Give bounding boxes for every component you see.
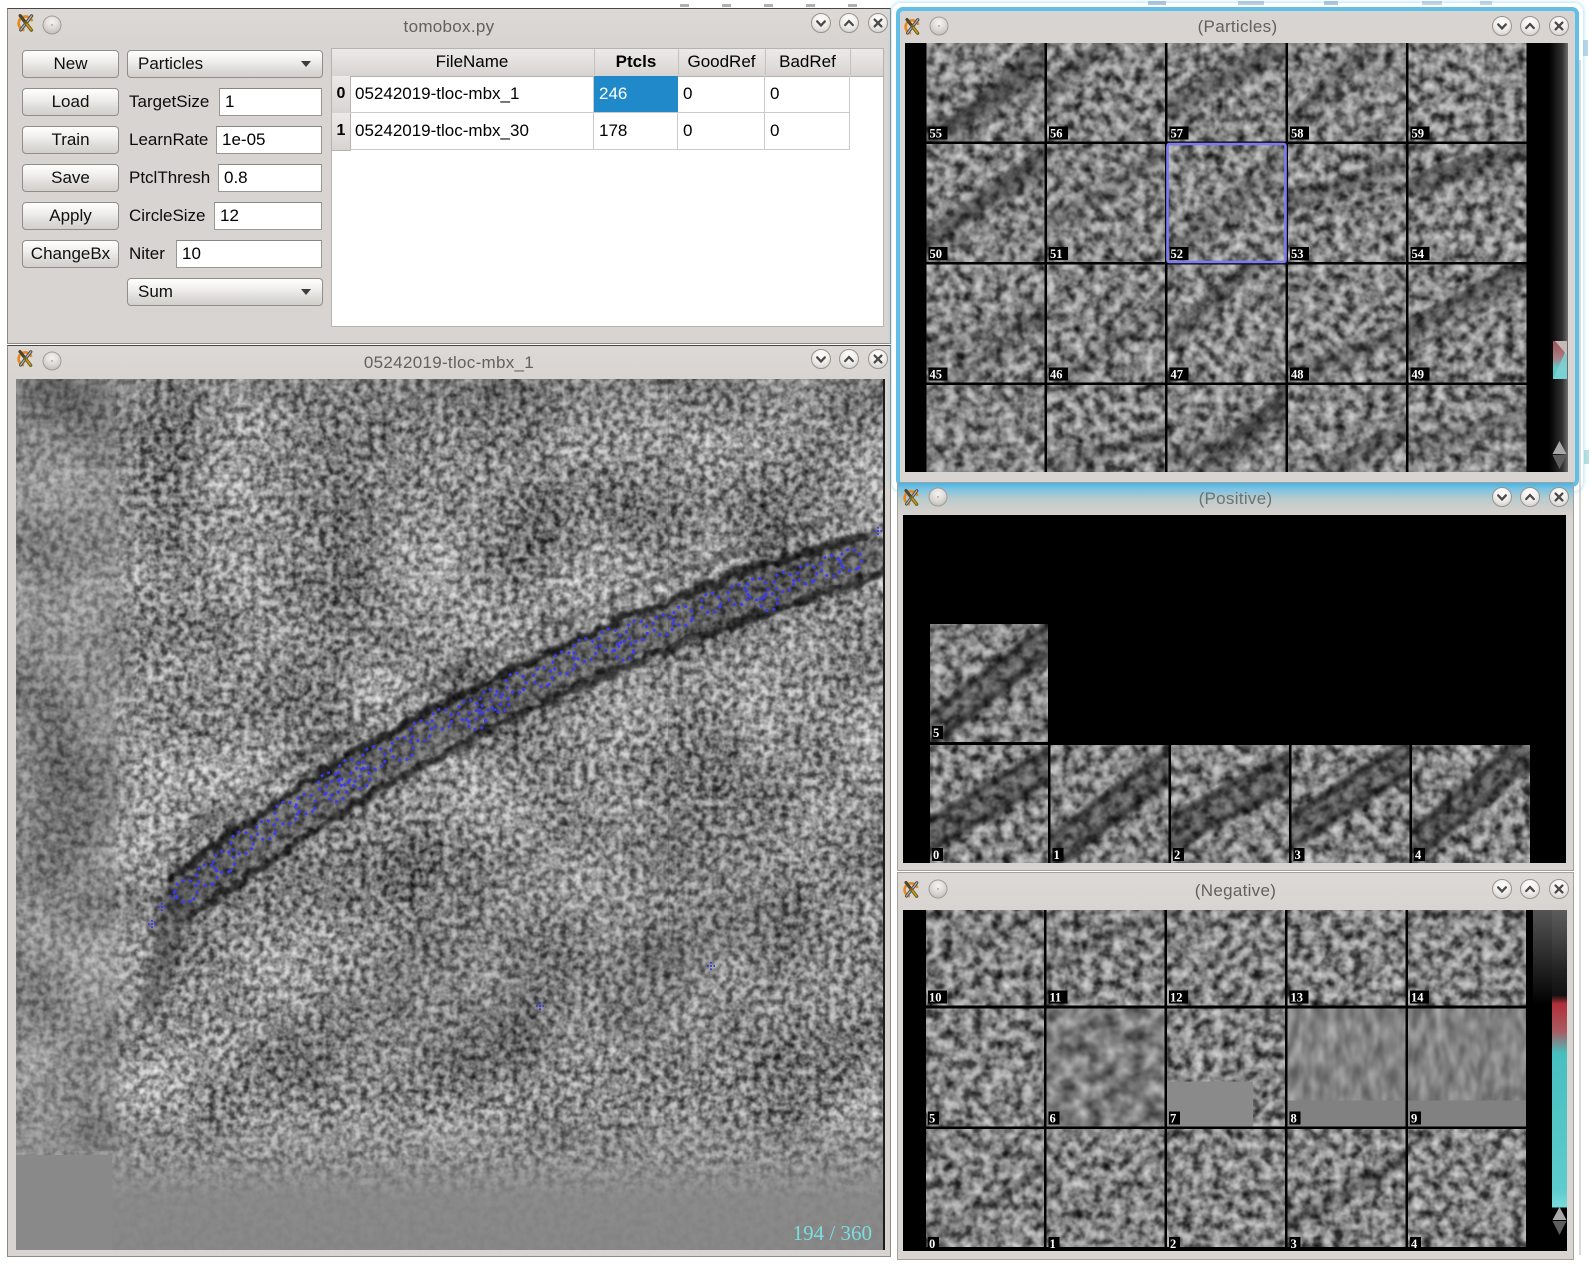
svg-text:5: 5 [933, 726, 939, 740]
svg-text:45: 45 [930, 368, 943, 382]
svg-text:8: 8 [1291, 1112, 1297, 1126]
svg-text:47: 47 [1171, 368, 1184, 382]
svg-text:0: 0 [933, 848, 939, 862]
svg-text:2: 2 [1174, 848, 1180, 862]
svg-text:5: 5 [929, 1112, 935, 1126]
svg-text:46: 46 [1050, 368, 1063, 382]
svg-text:53: 53 [1291, 247, 1304, 261]
svg-text:50: 50 [930, 247, 943, 261]
svg-text:57: 57 [1171, 127, 1184, 141]
svg-text:58: 58 [1291, 127, 1304, 141]
svg-text:1: 1 [1050, 1237, 1056, 1251]
svg-text:6: 6 [1050, 1112, 1056, 1126]
svg-text:0: 0 [929, 1237, 935, 1251]
svg-text:3: 3 [1291, 1237, 1297, 1251]
svg-text:52: 52 [1171, 247, 1184, 261]
svg-text:48: 48 [1291, 368, 1304, 382]
svg-text:55: 55 [930, 127, 943, 141]
svg-text:59: 59 [1412, 127, 1425, 141]
svg-text:10: 10 [929, 991, 942, 1005]
svg-text:14: 14 [1411, 991, 1424, 1005]
svg-text:56: 56 [1050, 127, 1063, 141]
svg-text:9: 9 [1411, 1112, 1417, 1126]
svg-text:51: 51 [1050, 247, 1063, 261]
svg-text:7: 7 [1170, 1112, 1176, 1126]
svg-text:12: 12 [1170, 991, 1183, 1005]
svg-text:4: 4 [1415, 848, 1422, 862]
svg-text:1: 1 [1054, 848, 1060, 862]
svg-text:11: 11 [1050, 991, 1062, 1005]
svg-text:3: 3 [1295, 848, 1301, 862]
svg-text:4: 4 [1411, 1237, 1418, 1251]
svg-text:13: 13 [1291, 991, 1304, 1005]
svg-text:2: 2 [1170, 1237, 1176, 1251]
svg-text:54: 54 [1412, 247, 1425, 261]
svg-text:49: 49 [1412, 368, 1425, 382]
